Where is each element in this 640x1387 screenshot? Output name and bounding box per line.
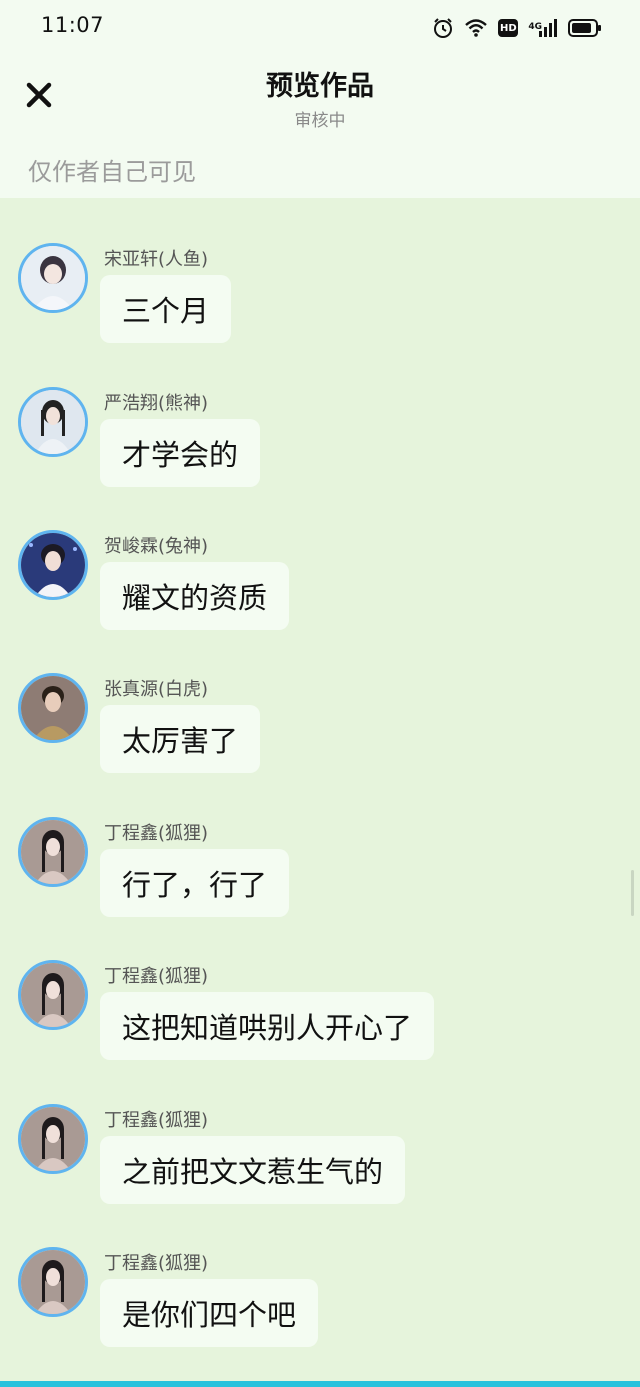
avatar[interactable] — [18, 1104, 88, 1174]
status-icons: HD 4G — [432, 14, 602, 42]
message-bubble[interactable]: 三个月 — [100, 275, 232, 343]
header-bar: 11:07 HD 4G 预览作品 审核中 仅作者自己可见 — [0, 0, 640, 198]
avatar[interactable] — [18, 530, 88, 600]
alarm-icon — [432, 17, 454, 39]
avatar[interactable] — [18, 817, 88, 887]
signal-icon: 4G — [528, 18, 558, 38]
avatar[interactable] — [18, 387, 88, 457]
status-time: 11:07 — [41, 13, 105, 37]
wifi-icon — [464, 18, 488, 38]
message-bubble[interactable]: 之前把文文惹生气的 — [100, 1136, 406, 1204]
page-title: 预览作品 — [266, 71, 374, 102]
hd-icon: HD — [498, 19, 519, 37]
network-type: 4G — [528, 22, 542, 32]
scrollbar[interactable] — [631, 870, 634, 916]
message-bubble[interactable]: 是你们四个吧 — [100, 1279, 319, 1347]
sender-name: 丁程鑫(狐狸) — [104, 966, 209, 987]
chat-message: 丁程鑫(狐狸) 之前把文文惹生气的 — [0, 1104, 640, 1214]
chat-message: 丁程鑫(狐狸) 是你们四个吧 — [0, 1247, 640, 1357]
sender-name: 丁程鑫(狐狸) — [104, 823, 209, 844]
battery-icon — [568, 19, 602, 37]
visibility-note: 仅作者自己可见 — [28, 158, 196, 186]
sender-name: 张真源(白虎) — [104, 679, 209, 700]
avatar[interactable] — [18, 960, 88, 1030]
avatar[interactable] — [18, 243, 88, 313]
status-bar: 11:07 HD 4G — [0, 0, 640, 56]
message-bubble[interactable]: 耀文的资质 — [100, 562, 290, 630]
message-bubble[interactable]: 太厉害了 — [100, 705, 261, 773]
sender-name: 宋亚轩(人鱼) — [104, 249, 209, 270]
message-bubble[interactable]: 才学会的 — [100, 419, 261, 487]
sender-name: 丁程鑫(狐狸) — [104, 1110, 209, 1131]
chat-message: 张真源(白虎) 太厉害了 — [0, 673, 640, 783]
sender-name: 贺峻霖(兔神) — [104, 536, 209, 557]
message-bubble[interactable]: 行了，行了 — [100, 849, 290, 917]
chat-message: 丁程鑫(狐狸) 这把知道哄别人开心了 — [0, 960, 640, 1070]
review-status: 审核中 — [294, 111, 346, 131]
message-bubble[interactable]: 这把知道哄别人开心了 — [100, 992, 435, 1060]
avatar[interactable] — [18, 1247, 88, 1317]
chat-message: 严浩翔(熊神) 才学会的 — [0, 387, 640, 497]
avatar[interactable] — [18, 673, 88, 743]
sender-name: 丁程鑫(狐狸) — [104, 1253, 209, 1274]
chat-message: 丁程鑫(狐狸) 行了，行了 — [0, 817, 640, 927]
sender-name: 严浩翔(熊神) — [104, 393, 209, 414]
chat-message: 宋亚轩(人鱼) 三个月 — [0, 243, 640, 353]
chat-message: 贺峻霖(兔神) 耀文的资质 — [0, 530, 640, 640]
bottom-accent-bar — [0, 1381, 640, 1387]
